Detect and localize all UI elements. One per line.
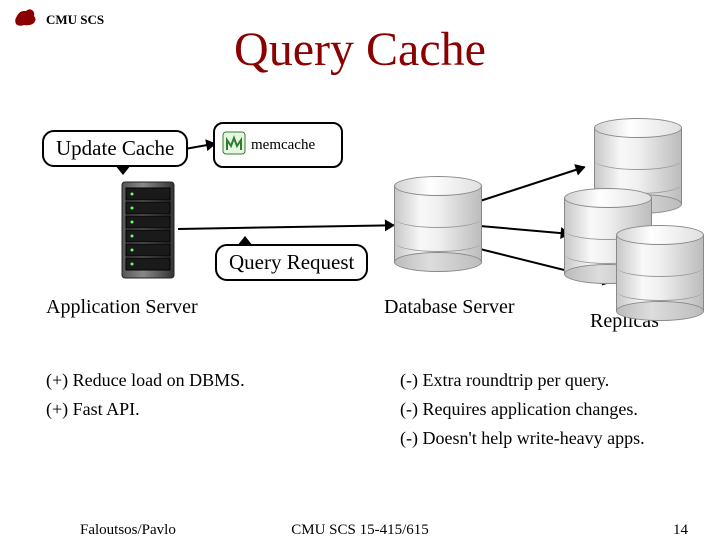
list-item: (+) Reduce load on DBMS.	[46, 370, 245, 391]
replica-icon	[616, 225, 704, 321]
list-item: (-) Requires application changes.	[400, 399, 645, 420]
memcache-label: memcache	[251, 137, 315, 154]
database-server-label: Database Server	[384, 296, 515, 319]
memcache-box: memcache	[213, 122, 343, 168]
update-cache-callout: Update Cache	[42, 130, 188, 167]
slide-number: 14	[673, 522, 688, 539]
query-request-callout: Query Request	[215, 244, 368, 281]
slide-title: Query Cache	[0, 22, 720, 77]
list-item: (+) Fast API.	[46, 399, 245, 420]
arrow-to-replica-2	[480, 225, 570, 235]
database-server-icon	[394, 176, 482, 272]
footer-course: CMU SCS 15-415/615	[0, 522, 720, 539]
list-item: (-) Extra roundtrip per query.	[400, 370, 645, 391]
application-server-label: Application Server	[46, 296, 198, 319]
arrow-to-db	[178, 224, 394, 230]
cons-list: (-) Extra roundtrip per query. (-) Requi…	[400, 370, 645, 457]
application-server-icon	[120, 180, 176, 280]
list-item: (-) Doesn't help write-heavy apps.	[400, 428, 645, 449]
pros-list: (+) Reduce load on DBMS. (+) Fast API.	[46, 370, 245, 428]
memcache-icon	[221, 130, 247, 161]
